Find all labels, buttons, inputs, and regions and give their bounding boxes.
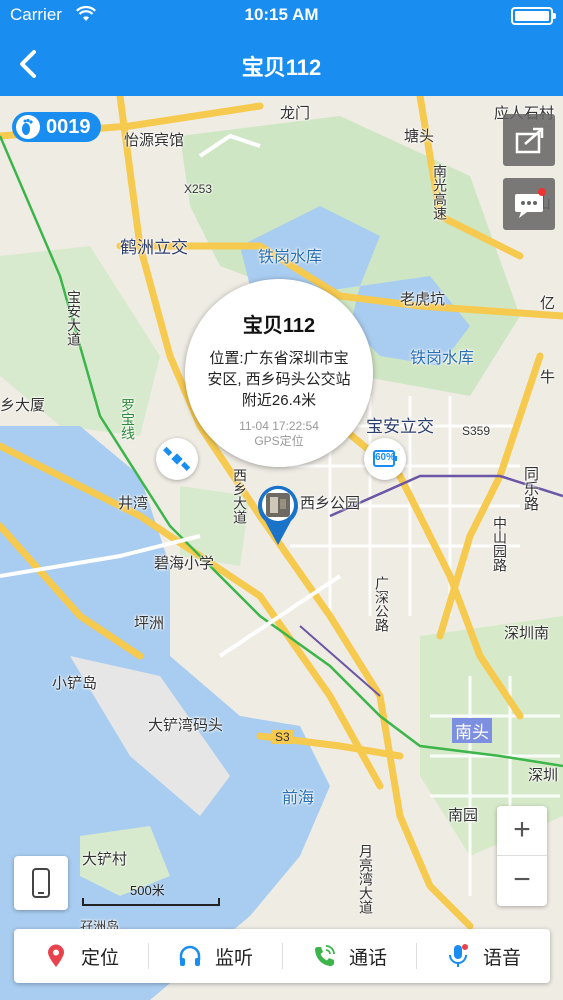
- map-label-tiegang-2: 铁岗水库: [410, 350, 475, 367]
- monitor-button[interactable]: 监听: [148, 929, 282, 983]
- action-bar: 定位 监听 通话 语音: [14, 929, 550, 983]
- map-label-niu: 牛: [540, 369, 556, 386]
- battery-badge: 60%: [364, 438, 406, 480]
- battery-icon: [511, 7, 556, 25]
- device-name: 宝贝112: [242, 315, 316, 337]
- call-button[interactable]: 通话: [282, 929, 416, 983]
- microphone-icon: [448, 944, 468, 967]
- location-popup[interactable]: 宝贝112 位置:广东省深圳市宝安区, 西乡码头公交站附近26.4米 11-04…: [185, 279, 373, 467]
- satellite-badge: [156, 438, 198, 480]
- step-counter-badge[interactable]: 0019: [12, 112, 101, 142]
- device-location-pin[interactable]: [253, 481, 303, 547]
- map-label-qianhai: 前海: [282, 790, 315, 807]
- map-label-longmen: 龙门: [280, 105, 311, 122]
- map-label-s3: S3: [272, 730, 293, 744]
- location-address: 位置:广东省深圳市宝安区, 西乡码头公交站附近26.4米: [207, 350, 351, 409]
- share-button[interactable]: [503, 114, 555, 166]
- map-label-guangshen: 广深公路: [374, 576, 390, 632]
- map-label-yiyuan: 怡源宾馆: [124, 132, 185, 149]
- map-label-jingwan: 井湾: [118, 495, 149, 512]
- page-title: 宝贝112: [241, 55, 322, 80]
- phone-call-icon: [314, 945, 335, 966]
- call-label: 通话: [348, 947, 387, 969]
- map-label-x253: X253: [184, 182, 213, 196]
- unread-dot: [538, 188, 546, 196]
- map-label-zhongshan: 中山园路: [492, 516, 508, 572]
- satellite-icon: [163, 446, 191, 471]
- map-label-nanguang: 南光高速: [432, 164, 448, 220]
- map-label-yi: 亿: [540, 295, 556, 312]
- map-label-tiegang-1: 铁岗水库: [258, 249, 323, 266]
- map-view[interactable]: 龙门 应人石村 怡源宾馆 塘头 X253 南光高速 鹤洲立交 铁岗水库 山 老虎…: [0, 96, 563, 1000]
- map-label-baoan-interchange: 宝安立交: [366, 417, 434, 436]
- map-label-luobao: 罗宝线: [120, 398, 136, 440]
- map-label-hezhou: 鹤洲立交: [120, 238, 188, 257]
- share-icon: [515, 127, 544, 154]
- monitor-label: 监听: [214, 947, 253, 969]
- map-label-baoan-avenue: 宝安大道: [66, 290, 82, 346]
- zoom-in-button[interactable]: +: [497, 806, 547, 856]
- zoom-control: + −: [497, 806, 547, 906]
- location-datetime: 11-04 17:22:54: [239, 419, 319, 433]
- map-label-nantou: 南头: [452, 718, 492, 743]
- chat-bubble-icon: [515, 194, 543, 218]
- message-button[interactable]: [503, 178, 555, 230]
- map-label-laohukeng: 老虎坑: [400, 291, 446, 308]
- voice-button[interactable]: 语音: [416, 929, 550, 983]
- phone-device-icon: [32, 868, 50, 898]
- voice-label: 语音: [482, 947, 521, 969]
- scale-label: 500米: [130, 883, 165, 898]
- zoom-out-button[interactable]: −: [497, 856, 547, 906]
- map-label-bihai: 碧海小学: [154, 555, 215, 572]
- map-label-xixiang-park: 西乡公园: [300, 495, 361, 512]
- scale-bar: [82, 898, 220, 906]
- map-label-xixiang-avenue: 西乡大道: [232, 468, 248, 524]
- status-bar: Carrier 10:15 AM: [0, 0, 563, 32]
- map-label-dachan-village: 大铲村: [82, 851, 128, 868]
- locate-button[interactable]: 定位: [14, 929, 148, 983]
- map-label-shenzhen-south: 深圳南: [504, 625, 550, 642]
- footprint-icon: [16, 115, 40, 139]
- map-label-nanyuan: 南园: [448, 807, 479, 824]
- battery-percent: 60%: [374, 452, 395, 463]
- device-view-button[interactable]: [14, 856, 68, 910]
- map-scale: 500米: [82, 878, 222, 908]
- location-pin-icon: [47, 944, 64, 967]
- headphones-icon: [179, 945, 201, 966]
- location-source: GPS定位: [254, 434, 304, 448]
- step-count: 0019: [46, 115, 91, 138]
- locate-label: 定位: [80, 947, 119, 969]
- map-label-xiang: 乡大厦: [0, 397, 46, 414]
- map-label-tangtou: 塘头: [404, 128, 435, 145]
- map-label-dachan-wharf: 大铲湾码头: [148, 717, 224, 734]
- map-label-tongle: 同乐路: [522, 466, 539, 511]
- map-label-xiaochan: 小铲岛: [52, 675, 98, 692]
- map-label-yuehai-avenue: 月亮湾大道: [358, 844, 374, 914]
- clock: 10:15 AM: [244, 5, 319, 24]
- map-label-shenzhen: 深圳: [528, 767, 559, 784]
- map-label-s359: S359: [462, 424, 491, 438]
- map-label-pingzhou: 坪洲: [134, 615, 165, 632]
- navigation-bar: 宝贝112: [0, 32, 563, 96]
